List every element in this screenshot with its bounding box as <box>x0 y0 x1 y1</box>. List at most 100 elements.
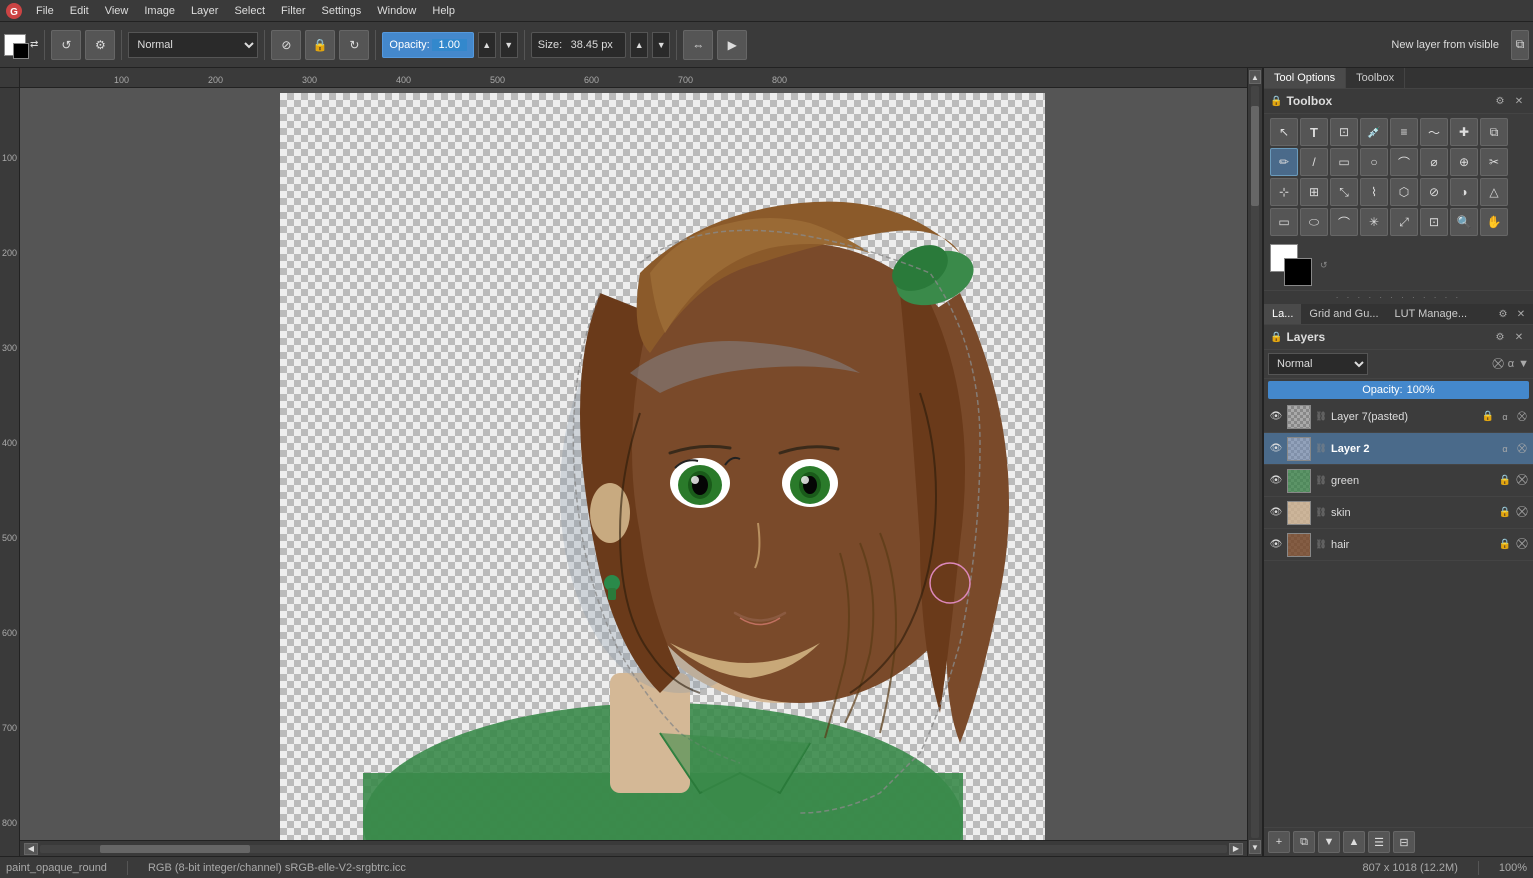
layer-1-lock-icon[interactable] <box>1481 442 1495 456</box>
flip-horizontal-btn[interactable]: ⇔ <box>683 30 713 60</box>
h-scroll-left-btn[interactable]: ◀ <box>24 843 38 855</box>
tool-hand[interactable]: ✋ <box>1480 208 1508 236</box>
tool-rect-select[interactable]: ▭ <box>1330 148 1358 176</box>
paint-dynamics-btn[interactable]: ↻ <box>339 30 369 60</box>
layer-2-lock-icon[interactable]: 🔒 <box>1498 474 1512 488</box>
tool-warp[interactable]: ⊡ <box>1420 208 1448 236</box>
layer-4-lock-icon[interactable]: 🔒 <box>1498 538 1512 552</box>
layer-item-1[interactable]: 👁 ⛓ Layer 2 α ⛒ <box>1264 433 1533 465</box>
layer-item-2[interactable]: 👁 ⛓ green 🔒 ⛒ <box>1264 465 1533 497</box>
color-swatch-bg[interactable] <box>13 43 29 59</box>
layers-close-icon[interactable]: ✕ <box>1513 306 1529 322</box>
tool-path[interactable]: ⌇ <box>1360 178 1388 206</box>
menu-filter[interactable]: Filter <box>273 3 313 19</box>
layer-up-btn[interactable]: ▲ <box>1343 831 1365 853</box>
opacity-input[interactable] <box>432 39 467 51</box>
layer-3-extra-icon[interactable]: ⛒ <box>1515 506 1529 520</box>
tool-bucket[interactable]: ⬡ <box>1390 178 1418 206</box>
tool-pencil[interactable]: ✏ <box>1270 148 1298 176</box>
h-scroll-thumb[interactable] <box>100 845 250 853</box>
tool-ellipse-select[interactable]: ○ <box>1360 148 1388 176</box>
tool-align2[interactable]: ⊞ <box>1300 178 1328 206</box>
layers-lock-pos-icon[interactable]: ⛒ <box>1493 358 1504 371</box>
layer-item-4[interactable]: 👁 ⛓ hair 🔒 ⛒ <box>1264 529 1533 561</box>
tool-eyedropper[interactable]: 💉 <box>1360 118 1388 146</box>
size-down-btn[interactable]: ▼ <box>652 32 670 58</box>
layers-tab-grid[interactable]: Grid and Gu... <box>1301 304 1386 324</box>
menu-edit[interactable]: Edit <box>62 3 97 19</box>
layers-panel-config[interactable]: ⚙ <box>1492 329 1508 345</box>
menu-file[interactable]: File <box>28 3 62 19</box>
menu-view[interactable]: View <box>97 3 137 19</box>
flip-vertical-btn[interactable]: ▶ <box>717 30 747 60</box>
layers-mode-select[interactable]: Normal <box>1268 353 1368 375</box>
layers-panel-close[interactable]: ✕ <box>1511 329 1527 345</box>
tool-heal[interactable]: ✚ <box>1450 118 1478 146</box>
copy-layer-btn[interactable]: ⧉ <box>1293 831 1315 853</box>
layers-arrow-down[interactable]: ▼ <box>1518 358 1529 370</box>
layer-2-vis-icon[interactable]: 👁 <box>1268 473 1284 489</box>
tool-move[interactable]: ⊹ <box>1270 178 1298 206</box>
v-scroll-track[interactable] <box>1251 86 1259 838</box>
expand-btn[interactable]: ⧉ <box>1511 30 1529 60</box>
menu-help[interactable]: Help <box>424 3 463 19</box>
menu-window[interactable]: Window <box>369 3 424 19</box>
tool-transform[interactable]: ⤢ <box>1390 208 1418 236</box>
panel-resize-handle[interactable]: · · · · · · · · · · · · <box>1264 291 1533 304</box>
tool-free-select2[interactable]: ⌒ <box>1330 208 1358 236</box>
color-swatch-fg[interactable] <box>4 34 26 56</box>
add-layer-btn[interactable]: + <box>1268 831 1290 853</box>
tool-fuzzy-select2[interactable]: ✳ <box>1360 208 1388 236</box>
opacity-up-btn[interactable]: ▲ <box>478 32 496 58</box>
layers-config-icon[interactable]: ⚙ <box>1495 306 1511 322</box>
vertical-scrollbar[interactable]: ▲ ▼ <box>1247 68 1263 856</box>
tool-free-select[interactable]: ⌒ <box>1390 148 1418 176</box>
layer-4-vis-icon[interactable]: 👁 <box>1268 537 1284 553</box>
tool-align[interactable]: ≡ <box>1390 118 1418 146</box>
merge-layers-btn[interactable]: ⊟ <box>1393 831 1415 853</box>
tool-fill[interactable]: ⊡ <box>1330 118 1358 146</box>
tool-zoom[interactable]: 🔍 <box>1450 208 1478 236</box>
tool-rect-select2[interactable]: ▭ <box>1270 208 1298 236</box>
menu-settings[interactable]: Settings <box>314 3 370 19</box>
h-scroll-track[interactable] <box>40 845 1227 853</box>
bg-color-box[interactable] <box>1284 258 1312 286</box>
lock-alpha-btn[interactable]: 🔒 <box>305 30 335 60</box>
menu-image[interactable]: Image <box>136 3 183 19</box>
tool-options-tab[interactable]: Tool Options <box>1264 68 1346 88</box>
layers-opacity-bar[interactable]: Opacity: 100% <box>1268 381 1529 399</box>
tool-text[interactable]: T <box>1300 118 1328 146</box>
layer-1-link-icon[interactable]: ⛒ <box>1515 442 1529 456</box>
layer-0-alpha-icon[interactable]: α <box>1498 410 1512 424</box>
layers-tab-layers[interactable]: La... <box>1264 304 1301 324</box>
horizontal-scrollbar[interactable]: ◀ ▶ <box>20 840 1247 856</box>
toolbox-close-btn[interactable]: ✕ <box>1511 93 1527 109</box>
menu-select[interactable]: Select <box>226 3 273 19</box>
tool-dodge[interactable]: ◑ <box>1450 178 1478 206</box>
tool-reset-btn[interactable]: ↺ <box>51 30 81 60</box>
tool-smudge[interactable]: ⊘ <box>1420 178 1448 206</box>
layer-3-lock-icon[interactable]: 🔒 <box>1498 506 1512 520</box>
layer-3-vis-icon[interactable]: 👁 <box>1268 505 1284 521</box>
tool-ellipse-select2[interactable]: ⬭ <box>1300 208 1328 236</box>
delete-layer-btn[interactable]: ☰ <box>1368 831 1390 853</box>
layer-down-btn[interactable]: ▼ <box>1318 831 1340 853</box>
layer-item-0[interactable]: 👁 ⛓ Layer 7(pasted) 🔒 α ⛒ <box>1264 401 1533 433</box>
tool-line[interactable]: / <box>1300 148 1328 176</box>
tool-select-by-color[interactable]: ⊕ <box>1450 148 1478 176</box>
canvas-area[interactable] <box>20 88 1247 840</box>
layer-item-3[interactable]: 👁 ⛓ skin 🔒 ⛒ <box>1264 497 1533 529</box>
tool-scale[interactable]: ⤡ <box>1330 178 1358 206</box>
v-scroll-up-btn[interactable]: ▲ <box>1249 70 1261 84</box>
blend-mode-select[interactable]: Normal <box>128 32 258 58</box>
opacity-down-btn[interactable]: ▼ <box>500 32 518 58</box>
layer-0-vis-icon[interactable]: 👁 <box>1268 409 1284 425</box>
toolbox-tab[interactable]: Toolbox <box>1346 68 1405 88</box>
layer-0-lock-icon[interactable]: 🔒 <box>1481 410 1495 424</box>
layer-1-vis-icon[interactable]: 👁 <box>1268 441 1284 457</box>
size-input[interactable] <box>564 39 619 51</box>
erase-toggle-btn[interactable]: ⊘ <box>271 30 301 60</box>
tool-eraser[interactable]: △ <box>1480 178 1508 206</box>
tool-curves[interactable]: 〜 <box>1420 118 1448 146</box>
layer-4-extra-icon[interactable]: ⛒ <box>1515 538 1529 552</box>
